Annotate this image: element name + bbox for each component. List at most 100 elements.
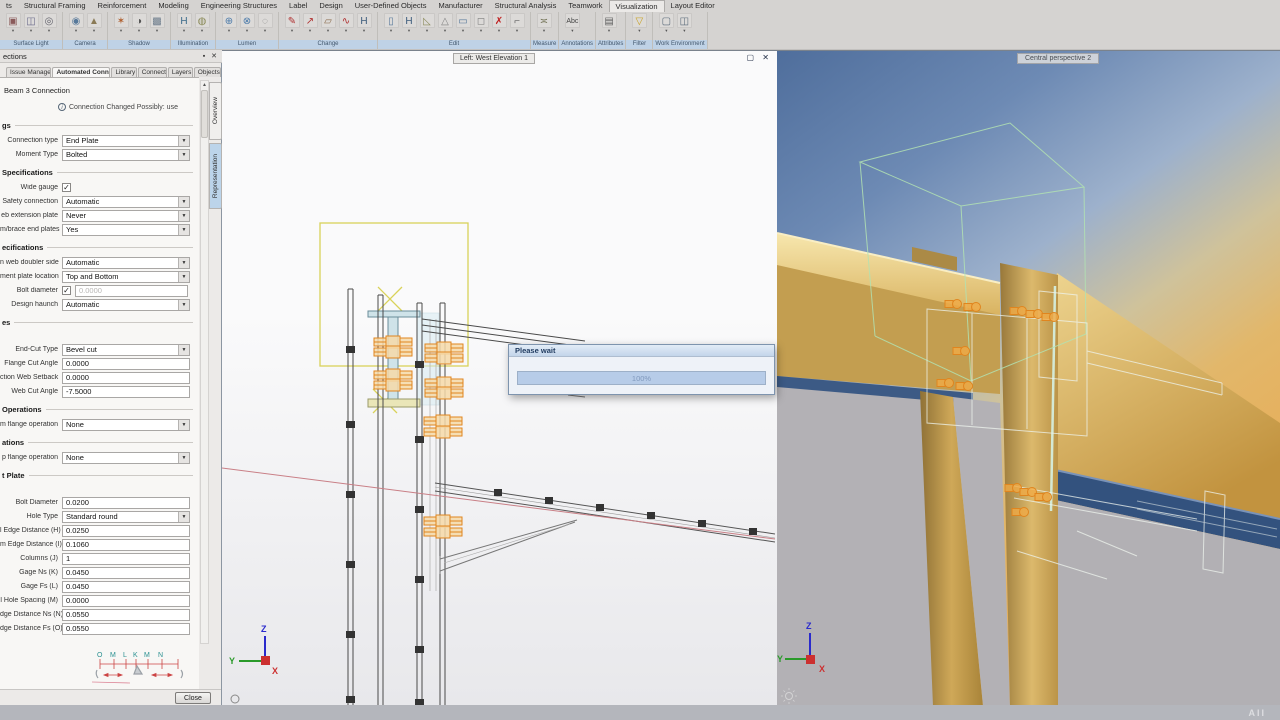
dropdown-caret-icon[interactable]: ▾ xyxy=(363,28,365,34)
field-input[interactable]: 0.0000 xyxy=(62,595,190,607)
dropdown-arrow-icon[interactable]: ▼ xyxy=(178,225,189,235)
filter-icon[interactable]: ▽▾ xyxy=(631,13,647,34)
menu-item-manufacturer[interactable]: Manufacturer xyxy=(432,0,488,12)
side-tab-overview[interactable]: Overview xyxy=(209,82,222,140)
field-dropdown[interactable]: Yes▼ xyxy=(62,224,190,236)
panel-tab-layers[interactable]: Layers xyxy=(168,67,193,77)
dropdown-arrow-icon[interactable]: ▼ xyxy=(178,211,189,221)
delete-icon[interactable]: ✗▾ xyxy=(491,13,507,34)
side-tab-representation[interactable]: Representation xyxy=(209,143,222,209)
field-dropdown[interactable]: Bolted▼ xyxy=(62,149,190,161)
field-input[interactable]: 1 xyxy=(62,553,190,565)
field-checkbox[interactable]: ✓ xyxy=(62,183,71,192)
dropdown-caret-icon[interactable]: ▾ xyxy=(516,28,518,34)
dropdown-caret-icon[interactable]: ▾ xyxy=(12,28,14,34)
render-scene-icon[interactable]: ◎▾ xyxy=(41,13,57,34)
dropdown-caret-icon[interactable]: ▾ xyxy=(498,28,500,34)
view-tab-label[interactable]: Left: West Elevation 1 xyxy=(453,53,535,64)
dropdown-caret-icon[interactable]: ▾ xyxy=(228,28,230,34)
field-input[interactable]: 0.0550 xyxy=(62,623,190,635)
perspective-viewport[interactable]: Z Y X Central perspective 2 xyxy=(777,50,1280,705)
dropdown-caret-icon[interactable]: ▾ xyxy=(309,28,311,34)
menu-item-reinforcement[interactable]: Reinforcement xyxy=(92,0,153,12)
dropdown-arrow-icon[interactable]: ▼ xyxy=(178,136,189,146)
dropdown-caret-icon[interactable]: ▾ xyxy=(156,28,158,34)
camera-icon[interactable]: ◉▾ xyxy=(68,13,84,34)
plate-tool-icon[interactable]: ▯▾ xyxy=(383,13,399,34)
dropdown-caret-icon[interactable]: ▾ xyxy=(183,28,185,34)
dropdown-caret-icon[interactable]: ▾ xyxy=(201,28,203,34)
menu-item-ts[interactable]: ts xyxy=(0,0,18,12)
dropdown-caret-icon[interactable]: ▾ xyxy=(120,28,122,34)
measure-icon[interactable]: ≍▾ xyxy=(536,13,552,34)
sun-icon[interactable]: ✶▾ xyxy=(113,13,129,34)
field-dropdown[interactable]: Never▼ xyxy=(62,210,190,222)
field-input[interactable]: 0.0000 xyxy=(62,372,190,384)
close-button[interactable]: Close xyxy=(175,692,211,704)
menu-item-teamwork[interactable]: Teamwork xyxy=(562,0,608,12)
field-dropdown[interactable]: Bevel cut▼ xyxy=(62,344,190,356)
lumen-icon[interactable]: ◌▾ xyxy=(257,13,273,34)
dropdown-arrow-icon[interactable]: ▼ xyxy=(178,512,189,522)
menu-item-structural-framing[interactable]: Structural Framing xyxy=(18,0,92,12)
dropdown-caret-icon[interactable]: ▾ xyxy=(426,28,428,34)
field-dropdown[interactable]: None▼ xyxy=(62,452,190,464)
dropdown-caret-icon[interactable]: ▾ xyxy=(291,28,293,34)
annotation-icon[interactable]: Abc▾ xyxy=(564,13,580,34)
field-input[interactable]: 0.1060 xyxy=(62,539,190,551)
dropdown-caret-icon[interactable]: ▾ xyxy=(638,28,640,34)
dropdown-caret-icon[interactable]: ▾ xyxy=(30,28,32,34)
menu-item-label[interactable]: Label xyxy=(283,0,313,12)
field-input[interactable]: 0.0550 xyxy=(62,609,190,621)
scrollbar-thumb[interactable] xyxy=(201,90,208,138)
menu-item-layout-editor[interactable]: Layout Editor xyxy=(665,0,721,12)
field-dropdown[interactable]: Standard round▼ xyxy=(62,511,190,523)
hatch-icon[interactable]: ▩▾ xyxy=(149,13,165,34)
curve-icon[interactable]: ∿▾ xyxy=(338,13,354,34)
field-dropdown[interactable]: Automatic▼ xyxy=(62,196,190,208)
corner-cut-icon[interactable]: ◺▾ xyxy=(419,13,435,34)
remove-lumen-icon[interactable]: ⊗▾ xyxy=(239,13,255,34)
view-compass-icon[interactable] xyxy=(231,695,239,703)
beam-tool-icon[interactable]: H▾ xyxy=(401,13,417,34)
menu-item-user-defined-objects[interactable]: User-Defined Objects xyxy=(349,0,433,12)
beam-light-icon[interactable]: H▾ xyxy=(176,13,192,34)
dropdown-arrow-icon[interactable]: ▼ xyxy=(178,258,189,268)
panel-tab-connect[interactable]: Connect xyxy=(138,67,167,77)
field-checkbox[interactable]: ✓ xyxy=(62,286,71,295)
box-icon[interactable]: ◻▾ xyxy=(473,13,489,34)
menu-item-structural-analysis[interactable]: Structural Analysis xyxy=(489,0,563,12)
dropdown-arrow-icon[interactable]: ▼ xyxy=(178,420,189,430)
dropdown-arrow-icon[interactable]: ▼ xyxy=(178,300,189,310)
dropdown-caret-icon[interactable]: ▾ xyxy=(480,28,482,34)
dropdown-caret-icon[interactable]: ▾ xyxy=(264,28,266,34)
menu-item-design[interactable]: Design xyxy=(313,0,348,12)
field-input[interactable]: 0.0250 xyxy=(62,525,190,537)
panel-tab-library[interactable]: Library xyxy=(111,67,136,77)
surface-icon[interactable]: ▣▾ xyxy=(5,13,21,34)
field-dropdown[interactable]: None▼ xyxy=(62,419,190,431)
dropdown-arrow-icon[interactable]: ▼ xyxy=(178,150,189,160)
field-input[interactable]: 0.0200 xyxy=(62,497,190,509)
dropdown-caret-icon[interactable]: ▾ xyxy=(345,28,347,34)
bulb-icon[interactable]: ◍▾ xyxy=(194,13,210,34)
panel-scrollbar[interactable]: ▲ xyxy=(200,80,209,644)
pin-icon[interactable]: ▪ xyxy=(199,53,209,60)
dropdown-caret-icon[interactable]: ▾ xyxy=(48,28,50,34)
dropdown-caret-icon[interactable]: ▾ xyxy=(571,28,573,34)
scroll-up-icon[interactable]: ▲ xyxy=(201,81,208,89)
workspace-icon[interactable]: ▢▾ xyxy=(658,13,674,34)
field-input[interactable]: 0.0450 xyxy=(62,581,190,593)
dropdown-caret-icon[interactable]: ▾ xyxy=(93,28,95,34)
menu-item-visualization[interactable]: Visualization xyxy=(609,0,665,12)
field-dropdown[interactable]: Automatic▼ xyxy=(62,257,190,269)
shadow-icon[interactable]: ◑▾ xyxy=(131,13,147,34)
dropdown-arrow-icon[interactable]: ▼ xyxy=(178,197,189,207)
menu-item-engineering-structures[interactable]: Engineering Structures xyxy=(195,0,283,12)
field-input[interactable]: -7.5000 xyxy=(62,386,190,398)
viewport-window-buttons[interactable]: ▢ ✕ xyxy=(747,53,772,62)
dropdown-arrow-icon[interactable]: ▼ xyxy=(178,272,189,282)
dropdown-caret-icon[interactable]: ▾ xyxy=(665,28,667,34)
plate-icon[interactable]: ▱▾ xyxy=(320,13,336,34)
field-dropdown[interactable]: Top and Bottom▼ xyxy=(62,271,190,283)
